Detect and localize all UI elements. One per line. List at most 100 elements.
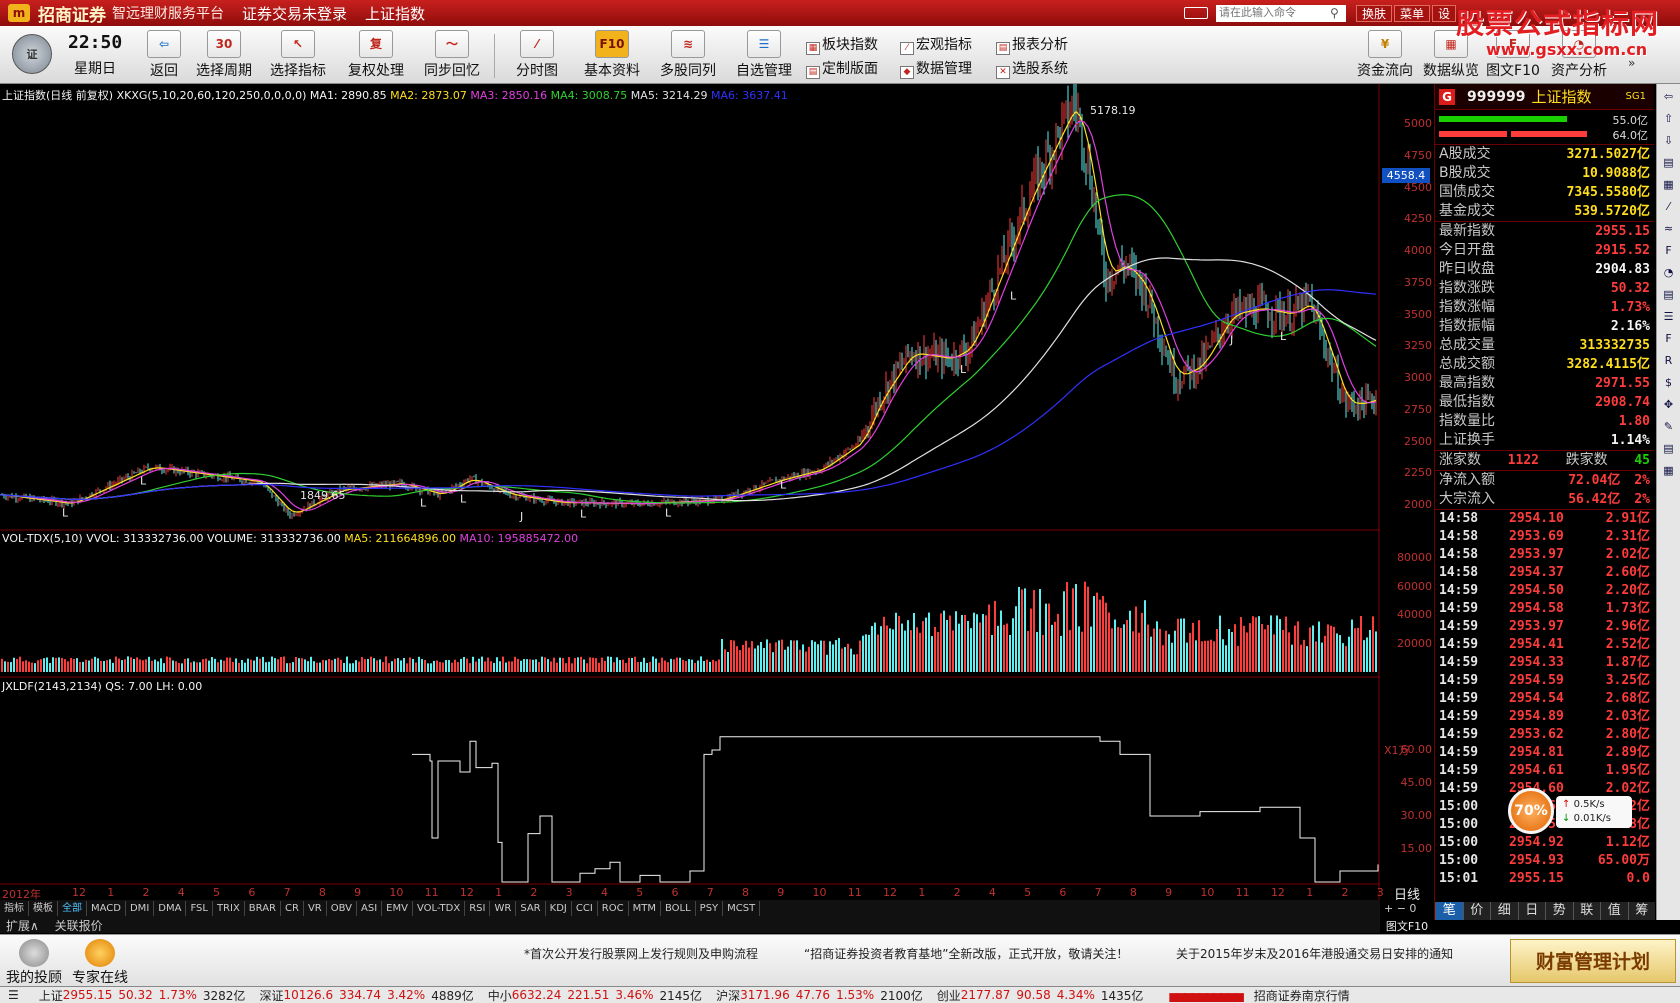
indicator-tab[interactable]: TRIX (213, 901, 245, 916)
indicator-tab[interactable]: 全部 (58, 901, 87, 916)
quote-tab[interactable]: 笔 (1435, 902, 1463, 920)
quote-tab[interactable]: 筹 (1627, 902, 1656, 920)
pie-icon[interactable]: ◔ (1660, 264, 1678, 282)
platform-subtitle: 智远理财服务平台 (112, 6, 224, 22)
tab-related-quotes[interactable]: 关联报价 (49, 919, 109, 933)
indicator-tab[interactable]: ASI (357, 901, 383, 916)
quote-tab[interactable]: 价 (1462, 902, 1491, 920)
status-index-name[interactable]: 创业 (937, 987, 961, 1003)
y-tick-label: 40000 (1397, 608, 1432, 621)
indicator-tab[interactable]: MCST (723, 901, 761, 916)
indicator-tab[interactable]: OBV (327, 901, 357, 916)
indicator-tab[interactable]: FSL (186, 901, 213, 916)
f10-button[interactable]: F10 基本资料 (580, 30, 644, 82)
network-widget[interactable]: 70% ↑ 0.5K/s ↓ 0.01K/s (1508, 788, 1636, 838)
expert-button[interactable]: 专家在线 (72, 939, 128, 987)
chart-icon[interactable]: ⁄ (1660, 198, 1678, 216)
select-period-button[interactable]: 30 选择周期 (192, 30, 256, 82)
status-index-name[interactable]: 中小 (488, 987, 512, 1003)
minute-chart-button[interactable]: ⁄ 分时图 (510, 30, 564, 82)
list-icon[interactable]: ☰ (1660, 308, 1678, 326)
indicator-tab[interactable]: CR (281, 901, 304, 916)
select-indicator-button[interactable]: ↖ 选择指标 (266, 30, 330, 82)
yuan-icon[interactable]: $ (1660, 374, 1678, 392)
news-item[interactable]: “招商证券投资者教育基地”全新改版，正式开放，敬请关注！ (804, 945, 1128, 962)
side-icon-strip: ⇦ ⇧ ⇩ ▤ ▦ ⁄ ≈ F ◔ ▤ ☰ F R $ ✥ ✎ ▤ ▦ (1656, 84, 1680, 920)
sector-index-button[interactable]: ▦ 板块指数 (806, 34, 878, 55)
f10-icon[interactable]: F (1660, 242, 1678, 260)
indicator-tab[interactable]: 模板 (29, 901, 58, 916)
macro-indicator-button[interactable]: ⁄ 宏观指标 (900, 34, 972, 55)
quote-tab[interactable]: 日 (1517, 902, 1546, 920)
pen-icon[interactable]: ✎ (1660, 418, 1678, 436)
indicator-tab[interactable]: VOL-TDX (413, 901, 466, 916)
arrow-up-icon[interactable]: ⇧ (1660, 110, 1678, 128)
indicator-tab[interactable]: CCI (572, 901, 598, 916)
arrow-left-icon[interactable]: ⇦ (1660, 88, 1678, 106)
keyboard-icon[interactable] (1184, 7, 1208, 19)
zoom-controls[interactable]: + − 0 (1384, 902, 1416, 915)
y-tick-label: 15.00 (1400, 842, 1433, 855)
back-button[interactable]: ⇦ 返回 (142, 30, 186, 82)
quote-tab[interactable]: 联 (1572, 902, 1601, 920)
indicator-tab[interactable]: DMI (126, 901, 155, 916)
watchlist-button[interactable]: ☰ 自选管理 (732, 30, 796, 82)
f10-icon[interactable]: F (1660, 330, 1678, 348)
grid-icon[interactable]: ▦ (1660, 176, 1678, 194)
indicator-tab[interactable]: PSY (696, 901, 724, 916)
quote-tab[interactable]: 值 (1600, 902, 1628, 920)
arrow-down-icon[interactable]: ⇩ (1660, 132, 1678, 150)
indicator-tab[interactable]: RSI (465, 901, 491, 916)
chart-icon[interactable]: ≈ (1660, 220, 1678, 238)
quote-tab[interactable]: 势 (1545, 902, 1573, 920)
advisor-button[interactable]: 我的投顾 (6, 939, 62, 987)
indicator-tab[interactable]: KDJ (546, 901, 572, 916)
adjust-button[interactable]: 复 复权处理 (344, 30, 408, 82)
indicator-tab[interactable]: MACD (87, 901, 126, 916)
indicator-tab[interactable]: SAR (516, 901, 546, 916)
sync-button[interactable]: 〜 同步回忆 (420, 30, 484, 82)
indicator-tab[interactable]: EMV (382, 901, 413, 916)
indicator-tab[interactable]: BRAR (245, 901, 281, 916)
rsi-icon[interactable]: R (1660, 352, 1678, 370)
status-index-name[interactable]: 深证 (259, 987, 283, 1003)
indicator-tab[interactable]: BOLL (661, 901, 696, 916)
skin-button[interactable]: 换肤 (1356, 5, 1393, 22)
indicator-tab[interactable]: WR (490, 901, 517, 916)
tab-graphic-f10[interactable]: 图文F10 (1382, 918, 1432, 933)
login-status[interactable]: 证券交易未登录 (242, 3, 347, 24)
indicator-tab[interactable]: VR (304, 901, 327, 916)
indicator-tab[interactable]: DMA (154, 901, 187, 916)
menu-button[interactable]: 菜单 (1394, 5, 1431, 22)
indicator-tab[interactable]: 指标 (0, 901, 29, 916)
news-item[interactable]: *首次公开发行股票网上发行规则及申购流程 (524, 945, 758, 962)
stock-picker-button[interactable]: ✕ 选股系统 (996, 58, 1068, 79)
status-index-name[interactable]: 上证 (39, 987, 63, 1003)
tab-expand[interactable]: 扩展∧ (0, 919, 45, 933)
settings-button[interactable]: 设 (1432, 5, 1457, 22)
chart-area[interactable]: 5178.19 1849.65 L L L L J L L L L L J L 上证指数(日线 前复权) … (0, 84, 1384, 904)
multi-stock-button[interactable]: ≋ 多股同列 (656, 30, 720, 82)
fund-flow-button[interactable]: ¥ 资金流向 (1352, 30, 1418, 82)
layout-icon[interactable]: ▤ (1660, 440, 1678, 458)
command-input[interactable] (1216, 5, 1346, 22)
upload-speed: 0.5K/s (1573, 799, 1605, 810)
search-icon[interactable]: ⚲ (1330, 6, 1339, 20)
wealth-plan-banner[interactable]: 财富管理计划 (1510, 939, 1676, 983)
status-index-name[interactable]: 沪深 (716, 987, 740, 1003)
indicator-tab[interactable]: ROC (598, 901, 629, 916)
report-icon[interactable]: ▤ (1660, 286, 1678, 304)
news-item[interactable]: 关于2015年岁末及2016年港股通交易日安排的通知 (1176, 945, 1453, 962)
data-manage-button[interactable]: ◆ 数据管理 (900, 58, 972, 79)
report-analysis-button[interactable]: ▤ 报表分析 (996, 34, 1068, 55)
period-label[interactable]: 日线 (1382, 884, 1432, 903)
news-icon[interactable]: ▤ (1660, 154, 1678, 172)
move-icon[interactable]: ✥ (1660, 396, 1678, 414)
custom-layout-button[interactable]: ▤ 定制版面 (806, 58, 878, 79)
kline-chart-canvas[interactable]: 5178.19 1849.65 L L L L J L L L L L J L (0, 84, 1380, 904)
doc-icon[interactable]: ▦ (1660, 462, 1678, 480)
indicator-tab[interactable]: MTM (629, 901, 661, 916)
status-menu-icon[interactable]: ☰ (8, 988, 19, 1002)
quote-tab[interactable]: 细 (1490, 902, 1518, 920)
x-month-label: 11 (424, 886, 439, 899)
